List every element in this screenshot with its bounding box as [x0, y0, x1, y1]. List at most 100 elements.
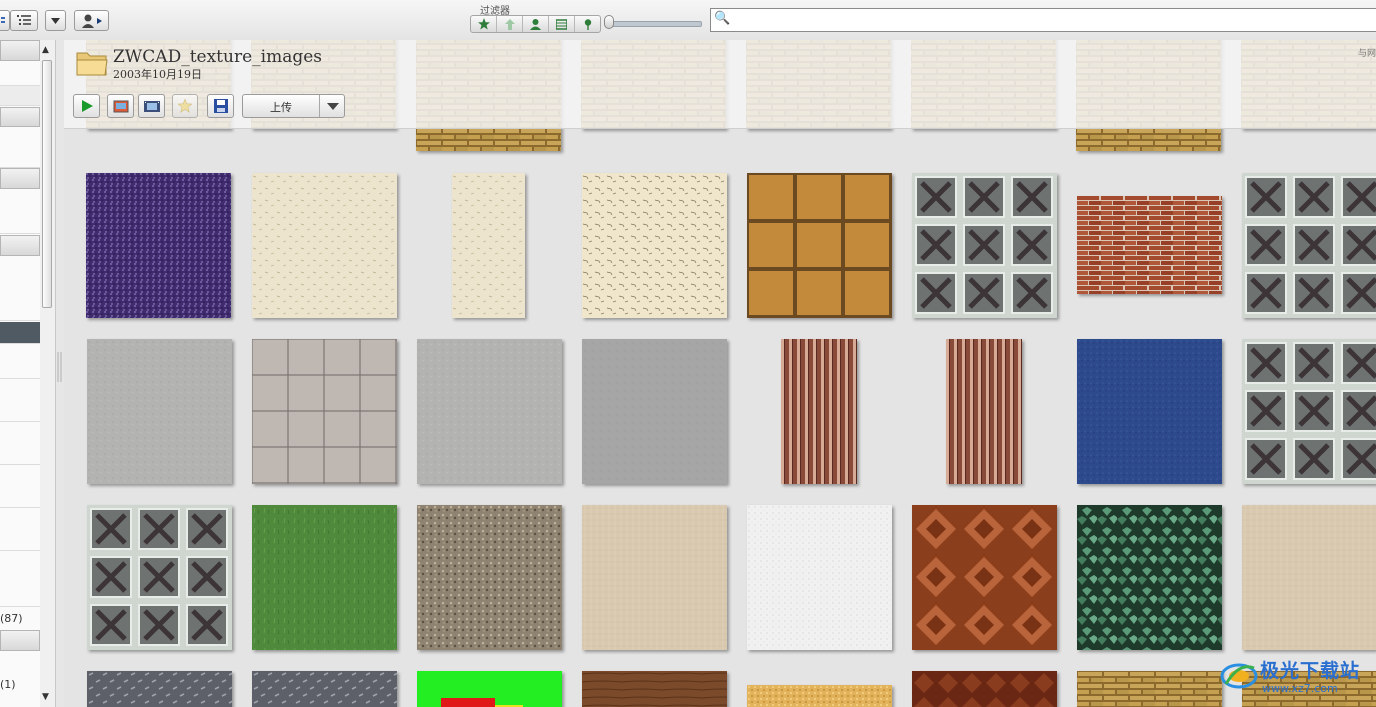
filter-flag-button[interactable]	[497, 16, 523, 32]
texture-thumbnail[interactable]	[747, 505, 892, 650]
texture-thumbnail[interactable]	[781, 339, 857, 484]
source-list-item[interactable]	[0, 345, 40, 379]
texture-thumbnail[interactable]	[1077, 505, 1222, 650]
person-icon	[530, 18, 541, 30]
texture-thumbnail[interactable]	[417, 505, 562, 650]
texture-thumbnail[interactable]	[912, 173, 1057, 318]
sidebar-scrollbar[interactable]: ▲ ▼	[40, 40, 56, 707]
source-list-header[interactable]	[0, 107, 40, 127]
upload-dropdown-icon[interactable]	[327, 103, 339, 110]
texture-thumbnail[interactable]	[912, 505, 1057, 650]
texture-thumbnail[interactable]	[452, 173, 525, 318]
texture-thumbnail[interactable]	[747, 685, 892, 707]
search-icon: 🔍	[714, 11, 731, 26]
corner-label: 与网	[1357, 49, 1376, 59]
texture-thumbnail[interactable]	[946, 339, 1022, 484]
texture-thumbnail[interactable]	[1242, 339, 1376, 484]
watermark-logo	[1220, 663, 1258, 689]
view-menu-button[interactable]	[45, 10, 66, 31]
view-icons-button[interactable]	[0, 10, 10, 31]
source-list-header[interactable]	[0, 40, 40, 61]
view-list-button[interactable]	[10, 10, 38, 31]
folder-title: ZWCAD_texture_images	[113, 47, 323, 67]
texture-thumbnail[interactable]	[252, 173, 397, 318]
location-pin-icon	[584, 18, 591, 30]
texture-thumbnail[interactable]	[252, 505, 397, 650]
filter-people-button[interactable]	[523, 16, 549, 32]
slideshow-button[interactable]	[73, 94, 100, 118]
texture-thumbnail[interactable]	[1077, 339, 1222, 484]
chevron-down-icon	[51, 17, 60, 24]
texture-thumbnail[interactable]	[582, 339, 727, 484]
scroll-down-icon[interactable]: ▼	[42, 692, 49, 702]
texture-thumbnail[interactable]	[582, 173, 727, 318]
source-list-item[interactable]	[0, 190, 40, 234]
texture-thumbnail[interactable]	[1077, 671, 1222, 707]
arrow-up-icon	[504, 18, 515, 30]
splitter-grip-icon	[57, 352, 62, 382]
film-icon	[556, 18, 567, 30]
source-list-item[interactable]	[0, 257, 40, 321]
texture-thumbnail[interactable]	[1242, 505, 1376, 650]
watermark-subtitle: www.xz7.com	[1262, 682, 1338, 695]
texture-thumbnail[interactable]	[252, 339, 397, 484]
play-icon	[81, 100, 93, 112]
source-list-item[interactable]	[0, 86, 40, 106]
folder-header: ZWCAD_texture_images 2003年10月19日 与网 上传	[64, 40, 1376, 129]
star-button[interactable]	[172, 94, 198, 118]
search-box: 🔍	[710, 8, 1376, 32]
source-list-item[interactable]	[0, 466, 40, 508]
upload-separator	[319, 95, 320, 117]
account-button[interactable]	[74, 10, 109, 31]
texture-thumbnail[interactable]	[87, 671, 232, 707]
texture-thumbnail[interactable]	[912, 671, 1057, 707]
grid-view-icon	[1, 16, 5, 23]
source-list-item-selected[interactable]	[0, 322, 40, 344]
source-list-item[interactable]	[0, 509, 40, 551]
texture-thumbnail[interactable]	[87, 339, 232, 484]
source-list-panel: (87) (1)	[0, 40, 41, 707]
watermark: 极光下载站 www.xz7.com	[1220, 652, 1376, 707]
source-list-item[interactable]	[0, 380, 40, 422]
search-input[interactable]	[733, 11, 1357, 31]
source-list-item[interactable]	[0, 423, 40, 465]
zoom-slider-track[interactable]	[608, 21, 702, 27]
edit-image-button[interactable]	[107, 94, 134, 118]
source-list-header[interactable]	[0, 630, 40, 651]
scroll-up-icon[interactable]: ▲	[42, 45, 49, 55]
upload-button[interactable]: 上传	[242, 94, 345, 118]
texture-thumbnail[interactable]	[417, 671, 562, 707]
source-list-item[interactable]	[0, 552, 40, 607]
texture-thumbnail[interactable]	[747, 173, 892, 318]
texture-thumbnail[interactable]	[86, 173, 231, 318]
star-icon	[178, 99, 192, 113]
album-count: (87)	[0, 612, 23, 625]
filmstrip-icon	[143, 100, 160, 112]
source-list-item[interactable]	[0, 61, 40, 86]
floppy-disk-icon	[213, 99, 228, 113]
upload-label: 上传	[270, 101, 292, 114]
texture-thumbnail[interactable]	[1077, 196, 1222, 294]
create-collage-button[interactable]	[138, 94, 165, 118]
source-list-header[interactable]	[0, 168, 40, 189]
folder-date: 2003年10月19日	[113, 68, 202, 81]
texture-thumbnail[interactable]	[252, 671, 397, 707]
panel-splitter[interactable]	[56, 40, 64, 707]
zoom-slider-knob[interactable]	[604, 15, 614, 29]
source-list-header[interactable]	[0, 235, 40, 256]
scrollbar-thumb[interactable]	[42, 60, 52, 308]
save-button[interactable]	[207, 94, 234, 118]
source-list-item[interactable]	[0, 128, 40, 168]
filter-location-button[interactable]	[575, 16, 600, 32]
texture-thumbnail[interactable]	[417, 339, 562, 484]
list-view-icon	[17, 15, 31, 25]
filter-star-button[interactable]	[471, 16, 497, 32]
folder-icon	[76, 52, 108, 76]
texture-thumbnail[interactable]	[582, 505, 727, 650]
filter-video-button[interactable]	[549, 16, 575, 32]
picture-edit-icon	[113, 100, 128, 112]
texture-thumbnail[interactable]	[582, 671, 727, 707]
texture-thumbnail[interactable]	[1242, 173, 1376, 318]
star-icon	[477, 18, 490, 30]
texture-thumbnail[interactable]	[87, 505, 232, 650]
